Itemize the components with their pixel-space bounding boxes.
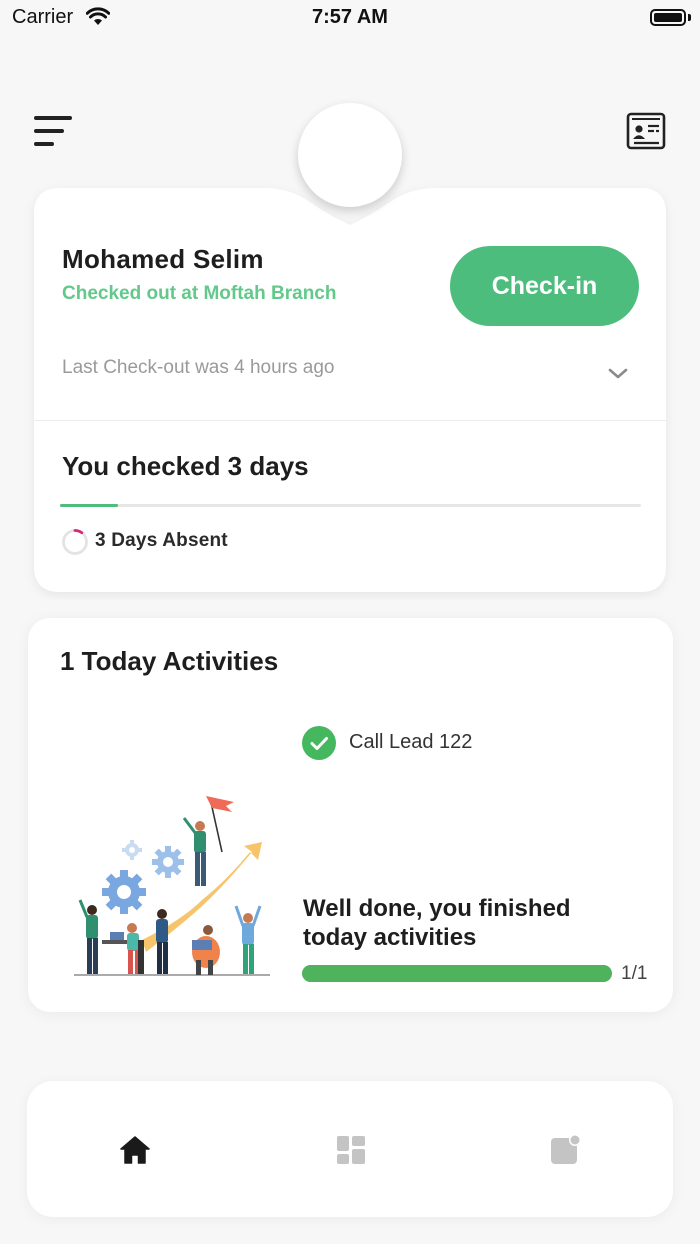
- dashboard-icon[interactable]: [334, 1133, 368, 1167]
- activities-title: 1 Today Activities: [60, 646, 279, 676]
- task-checkmark-icon[interactable]: [302, 726, 336, 760]
- chevron-down-icon[interactable]: [606, 362, 630, 386]
- user-name: Mohamed Selim: [62, 244, 264, 274]
- attendance-progress-fill: [60, 504, 119, 507]
- divider: [34, 420, 666, 421]
- notification-icon[interactable]: [548, 1133, 582, 1167]
- checked-days-title: You checked 3 days: [62, 451, 309, 481]
- check-in-button[interactable]: Check-in: [450, 246, 639, 326]
- activities-count: 1/1: [621, 963, 648, 984]
- activities-progress: [302, 965, 612, 982]
- team-success-illustration: [74, 796, 270, 976]
- checkout-status: Checked out at Moftah Branch: [62, 283, 337, 304]
- home-icon[interactable]: [118, 1133, 152, 1167]
- task-label: Call Lead 122: [349, 731, 473, 753]
- completion-message: Well done, you finished today activities: [303, 895, 571, 951]
- avatar[interactable]: [298, 103, 402, 207]
- absent-days-label: 3 Days Absent: [95, 530, 228, 551]
- activities-progress-fill: [302, 965, 612, 982]
- last-checkout-text: Last Check-out was 4 hours ago: [62, 357, 335, 378]
- attendance-progress: [60, 504, 641, 507]
- absent-ring-icon: [62, 529, 88, 555]
- gear-icon: [102, 870, 146, 914]
